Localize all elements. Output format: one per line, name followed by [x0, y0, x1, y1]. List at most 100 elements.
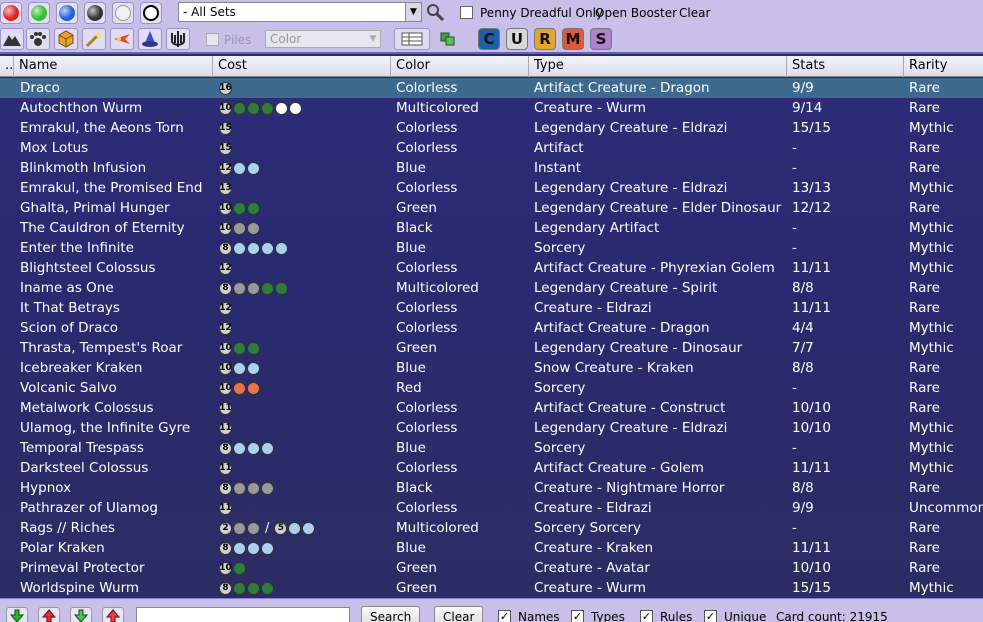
- black-mana-filter-button[interactable]: [84, 2, 106, 24]
- column-header-cost[interactable]: Cost: [213, 56, 391, 77]
- mana-symbol-icon: [247, 381, 260, 395]
- table-row[interactable]: Iname as One 8 Multicolored Legendary Creat…: [0, 278, 983, 298]
- cell-stats: 10/10: [792, 560, 831, 576]
- instant-type-button[interactable]: [110, 28, 134, 50]
- red-mana-filter-button[interactable]: [0, 2, 22, 24]
- types-checkbox[interactable]: ✓: [571, 610, 584, 622]
- mana-symbol-icon: [233, 581, 246, 595]
- cell-name: Polar Kraken: [20, 540, 105, 556]
- table-row[interactable]: Hypnox 8 Black Creature - Nightmare Horror 8…: [0, 478, 983, 498]
- search-input[interactable]: [136, 607, 350, 622]
- cell-color: Green: [396, 340, 437, 356]
- toolbar-row-1: - All Sets ▼ Penny Dreadful Only Open Bo…: [0, 0, 983, 26]
- mana-symbol-icon: 10: [219, 101, 232, 115]
- table-row[interactable]: Polar Kraken 8 Blue Creature - Kraken 11/11 R…: [0, 538, 983, 558]
- mana-symbol-icon: 10: [219, 221, 232, 235]
- clear-search-button[interactable]: Clear: [434, 606, 484, 622]
- table-row[interactable]: Enter the Infinite 8 Blue Sorcery - Mythic: [0, 238, 983, 258]
- table-row[interactable]: Icebreaker Kraken 10 Blue Snow Creature - K…: [0, 358, 983, 378]
- mana-symbol-icon: [233, 201, 246, 215]
- rarity-filter-r-button[interactable]: R: [534, 28, 556, 50]
- rarity-filter-s-button[interactable]: S: [590, 28, 612, 50]
- mana-symbol-icon: [233, 361, 246, 375]
- cell-type: Artifact: [534, 140, 584, 156]
- table-row[interactable]: Pathrazer of Ulamog 11 Colorless Creature -…: [0, 498, 983, 518]
- mana-symbol-icon: 10: [219, 561, 232, 575]
- table-row[interactable]: Primeval Protector 10 Green Creature - Avat…: [0, 558, 983, 578]
- table-row[interactable]: Blinkmoth Infusion 12 Blue Instant - Rare: [0, 158, 983, 178]
- creature-type-button[interactable]: [26, 28, 50, 50]
- piles-checkbox[interactable]: [206, 33, 219, 46]
- cell-stats: -: [792, 160, 797, 176]
- white-mana-filter-button[interactable]: [112, 2, 134, 24]
- table-row[interactable]: The Cauldron of Eternity 10 Black Legendary…: [0, 218, 983, 238]
- column-header-type[interactable]: Type: [529, 56, 787, 77]
- column-header-stats[interactable]: Stats: [787, 56, 904, 77]
- land-type-button[interactable]: [0, 28, 24, 50]
- add-to-sideboard-button[interactable]: [70, 607, 92, 622]
- table-row[interactable]: Thrasta, Tempest's Roar 10 Green Legendary …: [0, 338, 983, 358]
- search-icon[interactable]: [426, 3, 444, 21]
- unique-checkbox[interactable]: ✓: [704, 610, 717, 622]
- search-button[interactable]: Search: [361, 606, 421, 622]
- clear-filters-button[interactable]: Clear: [679, 6, 710, 20]
- cell-stats: 7/7: [792, 340, 814, 356]
- names-checkbox[interactable]: ✓: [498, 610, 511, 622]
- blue-mana-filter-button[interactable]: [56, 2, 78, 24]
- green-mana-filter-button[interactable]: [28, 2, 50, 24]
- column-header-color[interactable]: Color: [391, 56, 529, 77]
- chevron-down-icon[interactable]: ▼: [405, 3, 421, 21]
- artifact-type-button[interactable]: [54, 28, 78, 50]
- table-row[interactable]: Darksteel Colossus 11 Colorless Artifact Cr…: [0, 458, 983, 478]
- table-row[interactable]: It That Betrays 12 Colorless Creature - Eld…: [0, 298, 983, 318]
- table-row[interactable]: Emrakul, the Promised End 13 Colorless Lege…: [0, 178, 983, 198]
- cell-stats: 11/11: [792, 540, 831, 556]
- table-row[interactable]: Mox Lotus 15 Colorless Artifact - Rare: [0, 138, 983, 158]
- rules-checkbox[interactable]: ✓: [640, 610, 653, 622]
- card-view-button[interactable]: [436, 28, 460, 50]
- table-row[interactable]: Worldspine Wurm 8 Green Creature - Wurm 15/1…: [0, 578, 983, 596]
- green-mana-icon: [31, 5, 47, 21]
- list-view-button[interactable]: [394, 28, 430, 50]
- table-row[interactable]: Blightsteel Colossus 12 Colorless Artifact …: [0, 258, 983, 278]
- remove-from-deck-button[interactable]: [38, 607, 60, 622]
- colorless-mana-filter-button[interactable]: [140, 2, 162, 24]
- cell-name: Blinkmoth Infusion: [20, 160, 147, 176]
- rarity-filter-c-button[interactable]: C: [478, 28, 500, 50]
- table-row[interactable]: Autochthon Wurm 10 Multicolored Creature - …: [0, 98, 983, 118]
- cell-cost: 10: [219, 220, 389, 236]
- column-header-name[interactable]: Name: [14, 56, 213, 77]
- cell-rarity: Rare: [909, 100, 940, 116]
- open-booster-button[interactable]: Open Booster: [595, 6, 677, 20]
- cell-rarity: Mythic: [909, 220, 954, 236]
- cell-rarity: Mythic: [909, 580, 954, 596]
- rarity-filter-u-button[interactable]: U: [506, 28, 528, 50]
- piles-label: Piles: [224, 33, 252, 47]
- cell-color: Blue: [396, 540, 426, 556]
- sorcery-type-button[interactable]: [138, 28, 162, 50]
- table-row[interactable]: Scion of Draco 12 Colorless Artifact Creatu…: [0, 318, 983, 338]
- table-row[interactable]: Draco 16 Colorless Artifact Creature - Drag…: [0, 78, 983, 98]
- add-to-deck-button[interactable]: [6, 607, 28, 622]
- sort-by-select[interactable]: Color ▼: [265, 30, 381, 48]
- cell-stats: 10/10: [792, 420, 831, 436]
- column-header-rarity[interactable]: Rarity: [904, 56, 983, 77]
- table-row[interactable]: Temporal Trespass 8 Blue Sorcery - Mythic: [0, 438, 983, 458]
- table-row[interactable]: Ulamog, the Infinite Gyre 11 Colorless Lege…: [0, 418, 983, 438]
- cell-type: Creature - Wurm: [534, 580, 647, 596]
- remove-from-sideboard-button[interactable]: [102, 607, 124, 622]
- enchantment-type-button[interactable]: [82, 28, 106, 50]
- table-row[interactable]: Emrakul, the Aeons Torn 15 Colorless Legend…: [0, 118, 983, 138]
- sets-select[interactable]: - All Sets ▼: [178, 2, 422, 22]
- cell-stats: -: [792, 440, 797, 456]
- column-resize-handle[interactable]: ..: [0, 56, 14, 77]
- cell-type: Snow Creature - Kraken: [534, 360, 694, 376]
- rarity-filter-m-button[interactable]: M: [562, 28, 584, 50]
- table-row[interactable]: Volcanic Salvo 10 Red Sorcery - Rare: [0, 378, 983, 398]
- table-row[interactable]: Metalwork Colossus 11 Colorless Artifact Cr…: [0, 398, 983, 418]
- planeswalker-type-button[interactable]: [166, 28, 190, 50]
- table-row[interactable]: Rags // Riches 2 / 5 Multicolored Sorcery Sor…: [0, 518, 983, 538]
- table-row[interactable]: Ghalta, Primal Hunger 10 Green Legendary Cr…: [0, 198, 983, 218]
- cell-cost: 12: [219, 260, 389, 276]
- penny-dreadful-checkbox[interactable]: [460, 6, 473, 19]
